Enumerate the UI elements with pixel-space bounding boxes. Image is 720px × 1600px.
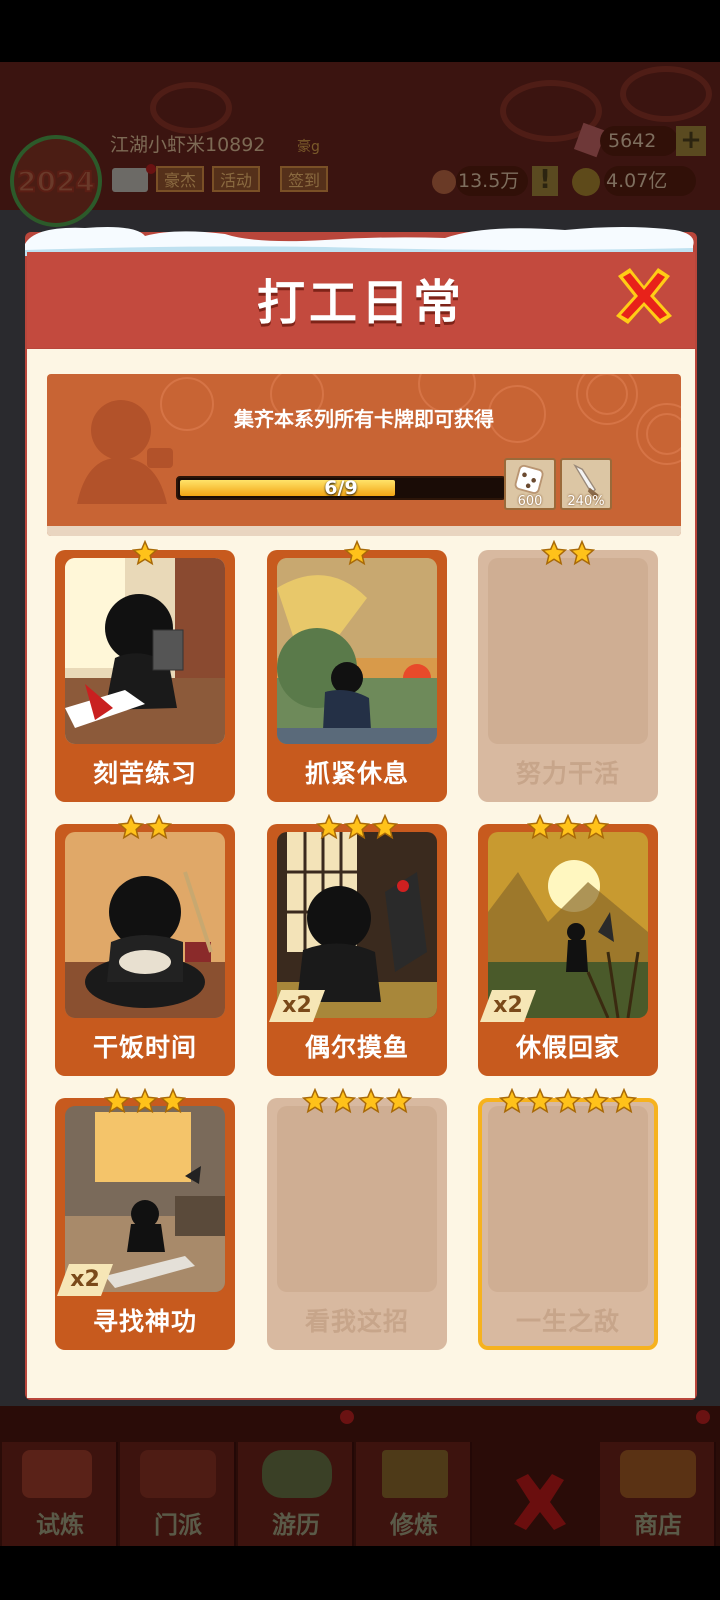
card-title: 抓紧休息: [304, 759, 409, 788]
star-icon: [131, 1088, 159, 1118]
system-navigation-bar: [0, 1546, 720, 1600]
star-icon: [343, 814, 371, 844]
notification-dot: [340, 1410, 354, 1424]
heroes-button[interactable]: 豪杰: [156, 166, 205, 192]
system-status-bar: [0, 0, 720, 62]
star-icon: [103, 1088, 131, 1118]
card-title: 干饭时间: [92, 1033, 197, 1062]
star-rating: [55, 540, 235, 570]
card-title: 一生之敌: [515, 1307, 620, 1336]
reward-banner: [47, 374, 681, 536]
checkin-button[interactable]: 签到: [280, 166, 329, 192]
mail-icon[interactable]: [112, 168, 148, 192]
reward-sword-value: 240%: [567, 494, 605, 509]
star-icon: [554, 1088, 582, 1118]
collection-card[interactable]: x2 休假回家: [478, 814, 658, 1076]
player-name: 江湖小虾米10892: [110, 134, 266, 156]
modal-title: 打工日常: [256, 275, 465, 331]
nav-label-travel: 游历: [272, 1511, 320, 1539]
star-icon: [498, 1088, 526, 1118]
star-icon: [315, 814, 343, 844]
star-icon: [131, 540, 159, 570]
star-icon: [385, 1088, 413, 1118]
gem-count: 5642: [600, 126, 678, 156]
year-badge: 2024: [16, 164, 96, 199]
nav-label-cultivate: 修炼: [390, 1511, 438, 1539]
collection-card[interactable]: x2 偶尔摸鱼: [267, 814, 447, 1076]
card-title: 刻苦练习: [92, 759, 197, 788]
card-artwork: [65, 832, 225, 1018]
star-rating: [478, 814, 658, 844]
close-button[interactable]: [612, 264, 676, 328]
sect-icon: [140, 1450, 216, 1498]
star-rating: [267, 814, 447, 844]
star-icon: [610, 1088, 638, 1118]
collection-card[interactable]: 一生之敌: [478, 1088, 658, 1350]
cultivate-icon: [382, 1450, 448, 1498]
close-icon[interactable]: [508, 1470, 572, 1534]
add-gems-button[interactable]: +: [676, 126, 706, 156]
power-info-button[interactable]: !: [532, 166, 558, 196]
star-rating: [55, 1088, 235, 1118]
star-icon: [540, 540, 568, 570]
nav-label-shop: 商店: [634, 1511, 682, 1539]
collection-card[interactable]: 努力干活: [478, 540, 658, 802]
star-icon: [554, 814, 582, 844]
shop-icon: [620, 1450, 696, 1498]
star-rating: [267, 540, 447, 570]
star-icon: [357, 1088, 385, 1118]
collection-card[interactable]: 看我这招: [267, 1088, 447, 1350]
card-title: 寻找神功: [92, 1307, 197, 1336]
card-artwork: [277, 558, 437, 744]
notification-dot: [146, 164, 156, 174]
player-rank: 豪g: [297, 139, 320, 155]
power-icon: [432, 170, 456, 194]
nav-label-trial: 试炼: [36, 1511, 84, 1539]
notification-dot: [696, 1410, 710, 1424]
banner-description: 集齐本系列所有卡牌即可获得: [234, 407, 494, 431]
card-title: 偶尔摸鱼: [304, 1033, 409, 1062]
star-icon: [371, 814, 399, 844]
card-placeholder: [277, 1106, 437, 1292]
cloud-decoration: [620, 66, 712, 122]
collection-card[interactable]: 抓紧休息: [267, 540, 447, 802]
card-artwork: [65, 558, 225, 744]
star-icon: [301, 1088, 329, 1118]
star-icon: [568, 540, 596, 570]
trial-icon: [22, 1450, 92, 1498]
banner-pattern: [47, 374, 681, 536]
cloud-decoration: [150, 82, 232, 134]
star-icon: [526, 814, 554, 844]
star-icon: [117, 814, 145, 844]
card-title: 休假回家: [515, 1033, 620, 1062]
reward-dice-value: 600: [517, 494, 543, 509]
star-icon: [145, 814, 173, 844]
travel-icon: [262, 1450, 332, 1498]
card-title: 看我这招: [304, 1307, 409, 1336]
star-icon: [329, 1088, 357, 1118]
star-icon: [159, 1088, 187, 1118]
star-icon: [343, 540, 371, 570]
star-rating: [55, 814, 235, 844]
star-rating: [478, 1088, 658, 1118]
card-placeholder: [488, 558, 648, 744]
card-placeholder: [488, 1106, 648, 1292]
progress-label: 6/9: [324, 477, 358, 499]
star-icon: [582, 814, 610, 844]
power-value: 13.5万: [456, 166, 528, 196]
card-title: 努力干活: [515, 759, 620, 788]
events-button[interactable]: 活动: [212, 166, 261, 192]
collection-card[interactable]: 干饭时间: [55, 814, 235, 1076]
collection-card[interactable]: x2 寻找神功: [55, 1088, 235, 1350]
coin-icon: [572, 168, 600, 196]
nav-label-sect: 门派: [154, 1511, 202, 1539]
collection-card[interactable]: 刻苦练习: [55, 540, 235, 802]
star-icon: [526, 1088, 554, 1118]
star-rating: [478, 540, 658, 570]
star-rating: [267, 1088, 447, 1118]
coin-count: 4.07亿: [604, 166, 696, 196]
star-icon: [582, 1088, 610, 1118]
